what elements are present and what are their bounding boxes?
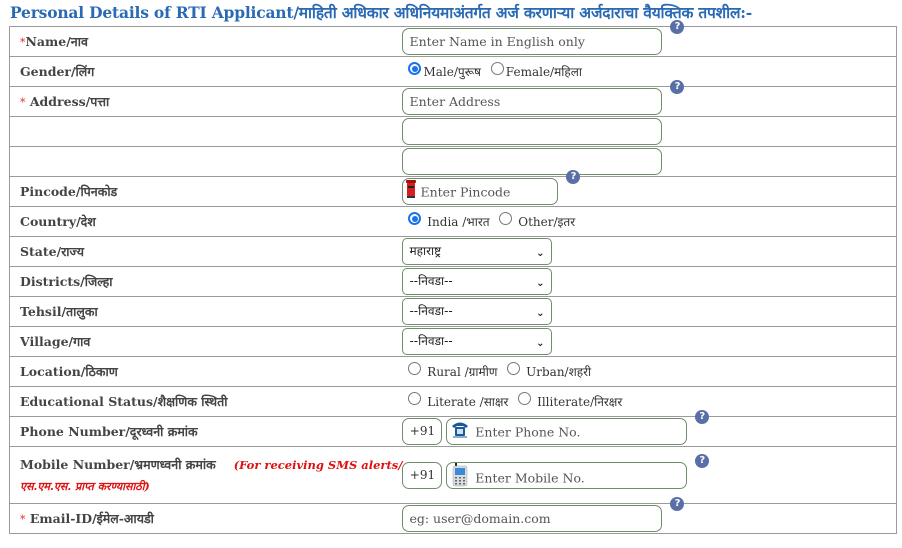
address-line2-input[interactable]	[402, 118, 663, 145]
next-section-heading-partial	[140, 538, 230, 548]
section-heading: Personal Details of RTI Applicant/माहिती…	[10, 3, 753, 22]
mobile-country-code[interactable]: +91	[402, 461, 443, 489]
education-literate-label[interactable]: Literate /साक्षर	[427, 395, 508, 409]
phone-country-code[interactable]: +91	[402, 418, 443, 445]
chevron-down-icon: ⌄	[536, 308, 545, 319]
district-label: Districts/जिल्हा	[9, 266, 403, 297]
help-icon[interactable]: ?	[695, 410, 710, 424]
location-rural-label[interactable]: Rural /ग्रामीण	[427, 365, 497, 379]
address-label: * Address/पत्ता	[9, 86, 403, 117]
pincode-label: Pincode/पिनकोड	[9, 176, 403, 207]
row-address: * Address/पत्ता Enter Address?	[9, 80, 897, 117]
address-line3-input[interactable]	[402, 148, 663, 175]
row-mobile: Mobile Number/भ्रमणध्वनी क्रमांक (For rec…	[9, 446, 897, 504]
required-marker: *	[20, 96, 26, 109]
country-other-label[interactable]: Other/इतर	[518, 215, 575, 229]
education-illiterate-label[interactable]: Illiterate/निरक्षर	[537, 395, 622, 409]
required-marker: *	[20, 513, 26, 526]
country-other-radio[interactable]	[499, 212, 513, 225]
name-input[interactable]: Enter Name in English only	[402, 28, 663, 55]
location-rural-radio[interactable]	[408, 362, 422, 375]
help-icon[interactable]: ?	[566, 170, 581, 184]
location-urban-radio[interactable]	[507, 362, 521, 375]
name-label: *Name/नाव	[9, 26, 403, 57]
email-label: * Email-ID/ईमेल-आयडी	[9, 503, 403, 534]
location-label: Location/ठिकाण	[9, 356, 403, 387]
telephone-icon	[449, 419, 471, 447]
education-illiterate-radio[interactable]	[518, 392, 532, 405]
gender-label: Gender/लिंग	[9, 56, 403, 87]
personal-details-form: *Name/नाव Enter Name in English only? Ge…	[9, 20, 897, 534]
tehsil-select[interactable]: --निवडा-- ⌄	[402, 298, 553, 325]
village-select[interactable]: --निवडा-- ⌄	[402, 328, 553, 355]
gender-female-radio[interactable]	[490, 62, 504, 75]
phone-input[interactable]: Enter Phone No.	[446, 418, 688, 447]
row-district: Districts/जिल्हा --निवडा-- ⌄	[9, 266, 897, 297]
sms-alert-note: (For receiving SMS alerts/	[233, 458, 403, 472]
row-address-line3	[9, 146, 897, 177]
row-phone: Phone Number/दूरध्वनी क्रमांक +91 Enter …	[9, 410, 897, 447]
country-label: Country/देश	[9, 206, 403, 237]
country-india-radio[interactable]	[408, 212, 422, 225]
help-icon[interactable]: ?	[670, 20, 685, 34]
row-email: * Email-ID/ईमेल-आयडी eg: user@domain.com…	[9, 497, 897, 534]
row-country: Country/देश India /भारत Other/इतर	[9, 206, 897, 237]
mobile-input[interactable]: Enter Mobile No.	[446, 461, 688, 489]
village-label: Village/गाव	[9, 326, 403, 357]
education-label: Educational Status/शैक्षणिक स्थिती	[9, 386, 403, 417]
gender-female-label[interactable]: Female/महिला	[506, 65, 582, 79]
row-pincode: Pincode/पिनकोड Enter Pincode?	[9, 170, 897, 207]
email-input[interactable]: eg: user@domain.com	[402, 505, 663, 532]
education-literate-radio[interactable]	[408, 392, 422, 405]
row-address-line2	[9, 116, 897, 147]
country-india-label[interactable]: India /भारत	[427, 215, 489, 229]
postbox-icon	[405, 179, 417, 207]
row-state: State/राज्य महाराष्ट्र ⌄	[9, 236, 897, 267]
sms-alert-note-marathi: एस.एम.एस. प्राप्त करण्यासाठी)	[20, 480, 150, 493]
location-urban-label[interactable]: Urban/शहरी	[526, 365, 591, 379]
row-village: Village/गाव --निवडा-- ⌄	[9, 326, 897, 357]
help-icon[interactable]: ?	[670, 80, 685, 94]
help-icon[interactable]: ?	[695, 453, 710, 468]
mobile-label: Mobile Number/भ्रमणध्वनी क्रमांक (For rec…	[9, 446, 403, 504]
row-gender: Gender/लिंग Male/पुरूष Female/महिला	[9, 56, 897, 87]
chevron-down-icon: ⌄	[536, 248, 545, 259]
mobile-phone-icon	[449, 462, 471, 495]
chevron-down-icon: ⌄	[536, 338, 545, 349]
row-name: *Name/नाव Enter Name in English only?	[9, 20, 897, 57]
tehsil-label: Tehsil/तालुका	[9, 296, 403, 327]
phone-label: Phone Number/दूरध्वनी क्रमांक	[9, 416, 403, 447]
state-label: State/राज्य	[9, 236, 403, 267]
gender-male-radio[interactable]	[408, 62, 422, 75]
district-select[interactable]: --निवडा-- ⌄	[402, 268, 553, 295]
row-tehsil: Tehsil/तालुका --निवडा-- ⌄	[9, 296, 897, 327]
state-select[interactable]: महाराष्ट्र ⌄	[402, 238, 553, 265]
address-line1-input[interactable]: Enter Address	[402, 88, 663, 115]
chevron-down-icon: ⌄	[536, 278, 545, 289]
pincode-input[interactable]: Enter Pincode	[402, 178, 559, 207]
help-icon[interactable]: ?	[670, 497, 685, 511]
gender-male-label[interactable]: Male/पुरूष	[423, 65, 481, 79]
row-education: Educational Status/शैक्षणिक स्थिती Liter…	[9, 386, 897, 417]
row-location: Location/ठिकाण Rural /ग्रामीण Urban/शहरी	[9, 356, 897, 387]
